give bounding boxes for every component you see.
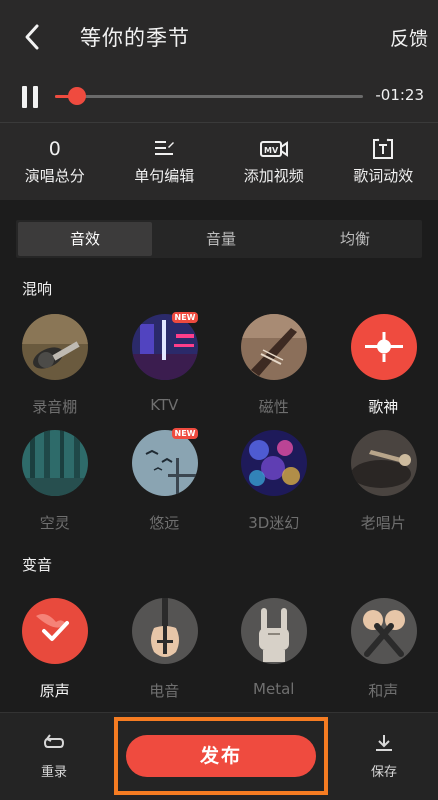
magnetic-thumb (241, 314, 307, 380)
lyric-t-icon (373, 138, 394, 159)
reverb-ethereal[interactable]: 空灵 (0, 430, 110, 540)
reverb-label: 空灵 (39, 514, 70, 532)
reverb-label: 3D迷幻 (248, 514, 300, 532)
crossed-mics-icon (362, 610, 405, 657)
section-title-reverb: 混响 (22, 280, 53, 298)
voice-change-row: 原声 电音 Metal 和声 (0, 598, 438, 708)
progress-track[interactable] (55, 95, 363, 98)
progress-thumb[interactable] (67, 87, 86, 105)
bottom-bar: 重录 发布 保存 (0, 712, 438, 800)
singing-god-thumb (350, 314, 417, 380)
save-button[interactable]: 保存 (354, 733, 414, 780)
new-badge: NEW (171, 312, 199, 323)
voice-harmony[interactable]: 和声 (329, 598, 438, 708)
tool-row: 0 演唱总分 单句编辑 MV 添加视频 歌词动效 (0, 122, 438, 200)
guitar-icon (150, 598, 179, 657)
tab-volume[interactable]: 音量 (154, 220, 288, 258)
tool-label: 演唱总分 (24, 167, 85, 185)
ktv-thumb (131, 314, 198, 380)
tool-line-edit[interactable]: 单句编辑 (110, 123, 220, 200)
original-thumb (22, 598, 88, 664)
section-title-voice-change: 变音 (22, 556, 53, 574)
metal-thumb (241, 598, 307, 664)
reverb-studio[interactable]: 录音棚 (0, 314, 110, 424)
tool-score[interactable]: 0 演唱总分 (0, 123, 110, 200)
voice-label: 和声 (368, 682, 399, 700)
pause-button[interactable] (20, 86, 40, 108)
tool-add-video[interactable]: MV 添加视频 (219, 123, 329, 200)
publish-button[interactable]: 发布 (126, 735, 316, 777)
download-icon (376, 735, 392, 751)
reverb-label: 录音棚 (32, 398, 78, 416)
publish-highlight: 发布 (114, 717, 328, 795)
voice-electronic[interactable]: 电音 (110, 598, 220, 708)
svg-text:MV: MV (264, 146, 279, 155)
chevron-left-icon (25, 24, 39, 50)
distant-thumb (131, 430, 198, 496)
voice-label: 原声 (39, 682, 70, 700)
tab-equalizer[interactable]: 均衡 (288, 220, 422, 258)
time-remaining: -01:23 (375, 86, 424, 104)
pause-icon (33, 86, 38, 108)
tool-label: 歌词动效 (353, 167, 414, 185)
feedback-button[interactable]: 反馈 (390, 24, 428, 51)
voice-label: Metal (253, 680, 295, 698)
reverb-magnetic[interactable]: 磁性 (219, 314, 329, 424)
reverb-label: 磁性 (258, 398, 289, 416)
tool-label: 单句编辑 (134, 167, 195, 185)
reverb-ktv[interactable]: NEW KTV (110, 312, 220, 424)
edit-lines-icon (155, 141, 175, 155)
reverb-old-record[interactable]: 老唱片 (329, 430, 438, 540)
back-button[interactable] (18, 22, 48, 52)
harmony-thumb (350, 598, 417, 664)
song-title: 等你的季节 (80, 26, 190, 50)
voice-label: 电音 (149, 682, 180, 700)
reverb-singing-god[interactable]: 歌神 (329, 314, 438, 424)
rerecord-label: 重录 (40, 765, 67, 780)
new-badge: NEW (171, 428, 199, 439)
reverb-label: KTV (150, 396, 179, 414)
voice-original[interactable]: 原声 (0, 598, 110, 708)
ethereal-thumb (22, 430, 88, 496)
reverb-label: 歌神 (368, 398, 399, 416)
reverb-row: 空灵 NEW 悠远 3D迷幻 老唱片 (0, 428, 438, 540)
effect-tabs: 音效 音量 均衡 (16, 220, 422, 258)
tool-label: 添加视频 (243, 167, 304, 185)
tool-lyric-effect[interactable]: 歌词动效 (329, 123, 438, 200)
pause-icon (22, 86, 27, 108)
top-panel: 等你的季节 反馈 -01:23 0 演唱总分 单句编辑 MV 添加视频 歌词动效 (0, 0, 438, 200)
rerecord-button[interactable]: 重录 (24, 733, 84, 780)
psychedelic-thumb (241, 430, 307, 496)
reverb-distant[interactable]: NEW 悠远 (110, 428, 220, 540)
studio-thumb (22, 314, 88, 380)
reverb-label: 悠远 (149, 514, 180, 532)
save-label: 保存 (370, 765, 397, 780)
mv-camera-icon: MV (259, 141, 288, 157)
score-value: 0 (48, 138, 61, 160)
voice-metal[interactable]: Metal (219, 598, 329, 708)
tab-sound-effect[interactable]: 音效 (18, 222, 152, 256)
reverb-row: 录音棚 NEW KTV 磁性 歌神 (0, 312, 438, 424)
playback-bar: -01:23 (0, 76, 438, 122)
rock-hand-icon (259, 608, 289, 662)
electronic-thumb (131, 598, 198, 664)
reverb-3d-psychedelic[interactable]: 3D迷幻 (219, 430, 329, 540)
reverb-label: 老唱片 (360, 514, 406, 532)
old-record-thumb (350, 430, 417, 496)
header: 等你的季节 反馈 (0, 0, 438, 76)
rerecord-loop-icon (43, 734, 65, 748)
